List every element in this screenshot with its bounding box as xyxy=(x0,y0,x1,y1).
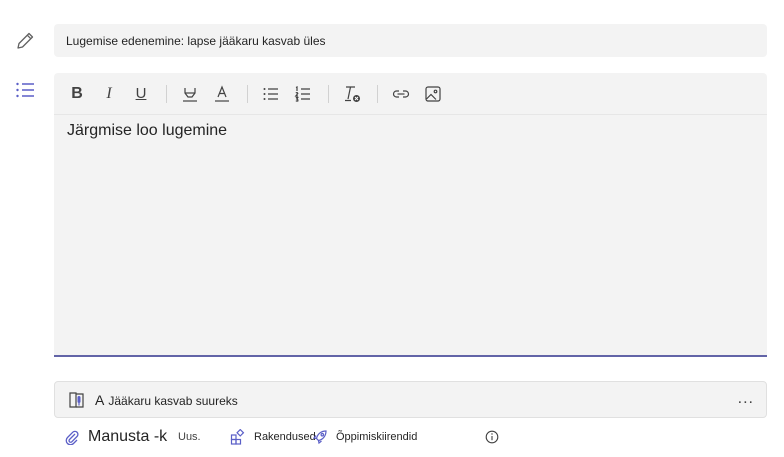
immersive-reader-book-icon xyxy=(67,390,87,410)
numbered-list-button[interactable] xyxy=(290,81,316,107)
learning-accelerators-label: Õppimiskiirendid xyxy=(336,431,418,443)
editor-text: Järgmise loo lugemine xyxy=(67,122,228,139)
assignment-title-value: Lugemise edenemine: lapse jääkaru kasvab… xyxy=(66,33,326,48)
attach-button[interactable]: Manusta -k xyxy=(64,426,167,448)
apps-label: Rakendused xyxy=(254,431,316,443)
image-icon xyxy=(425,85,441,102)
underline-icon: U xyxy=(135,85,147,102)
font-color-button[interactable] xyxy=(209,81,235,107)
highlighter-icon xyxy=(183,87,197,102)
attachment-letter: A xyxy=(95,391,105,408)
paperclip-icon xyxy=(65,430,79,445)
editor-content[interactable]: Järgmise loo lugemine xyxy=(54,115,767,147)
new-label: Uus. xyxy=(178,431,201,443)
insert-image-button[interactable] xyxy=(420,81,446,107)
instructions-editor[interactable]: B I U Järgmise loo lugemine xyxy=(54,73,767,357)
attachment-item[interactable]: A Jääkaru kasvab suureks ... xyxy=(54,381,767,418)
clear-formatting-button[interactable] xyxy=(339,81,365,107)
underline-button[interactable]: U xyxy=(128,81,154,107)
toolbar-divider xyxy=(166,84,167,103)
attachment-actions-bar: Manusta -k Uus. Rakendused Õppimiskiiren… xyxy=(64,426,768,448)
italic-button[interactable]: I xyxy=(96,81,122,107)
more-options-button[interactable]: ... xyxy=(738,390,754,408)
toolbar-divider xyxy=(328,84,329,103)
numbered-list-icon xyxy=(294,85,310,102)
rocket-icon xyxy=(312,430,327,445)
attachment-name: Jääkaru kasvab suureks xyxy=(108,394,238,408)
learning-accelerators-button[interactable]: Õppimiskiirendid xyxy=(312,426,417,448)
bold-icon: B xyxy=(71,84,83,102)
insert-link-button[interactable] xyxy=(388,81,414,107)
toolbar-divider xyxy=(377,84,378,103)
attach-label: Manusta -k xyxy=(88,428,168,445)
info-icon xyxy=(485,430,499,444)
formatting-toolbar: B I U xyxy=(54,73,767,115)
toolbar-divider xyxy=(247,84,248,103)
bulleted-list-button[interactable] xyxy=(258,81,284,107)
apps-button[interactable]: Rakendused xyxy=(230,426,316,448)
link-icon xyxy=(392,89,410,98)
info-button[interactable] xyxy=(485,426,499,448)
bulleted-list-icon xyxy=(13,78,37,102)
bold-button[interactable]: B xyxy=(64,81,90,107)
clear-formatting-icon xyxy=(345,85,360,102)
assignment-title-field[interactable]: Lugemise edenemine: lapse jääkaru kasvab… xyxy=(54,24,767,57)
bullet-list-icon xyxy=(263,87,278,100)
apps-icon xyxy=(230,429,245,445)
highlight-button[interactable] xyxy=(177,81,203,107)
new-button[interactable]: Uus. xyxy=(178,426,201,448)
italic-icon: I xyxy=(106,84,112,102)
font-color-icon xyxy=(215,84,229,102)
pencil-icon xyxy=(13,29,37,53)
